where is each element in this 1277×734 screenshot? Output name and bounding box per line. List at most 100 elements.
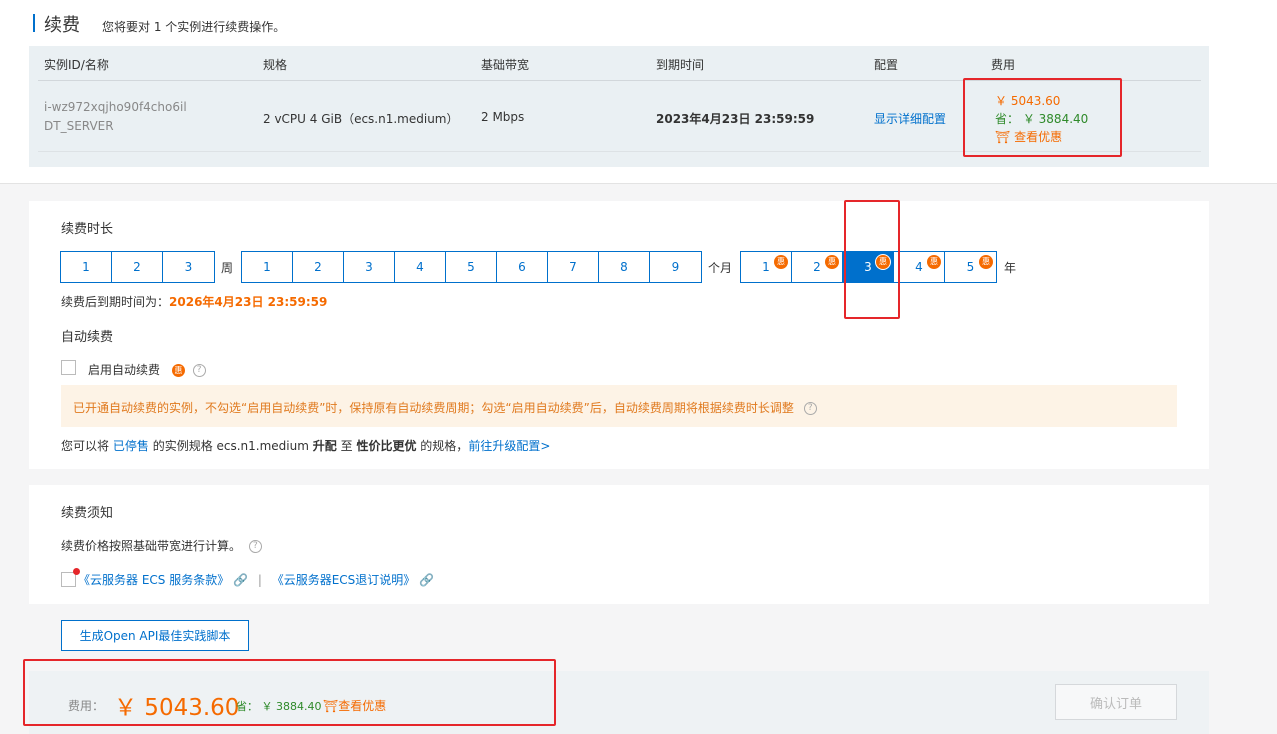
duration-label: 续费时长 xyxy=(61,222,114,237)
instance-bandwidth: 2 Mbps xyxy=(481,110,525,124)
instance-expire-time: 2023年4月23日 23:59:59 xyxy=(656,112,815,126)
month-option-8[interactable]: 8 xyxy=(599,252,650,282)
year-option-label: 1 xyxy=(762,260,770,274)
upgrade-prefix: 您可以将 xyxy=(61,439,110,453)
auto-renew-text: 启用自动续费 xyxy=(88,363,161,377)
help-icon[interactable]: ? xyxy=(248,540,262,553)
link-icon: 🔗 xyxy=(233,573,248,587)
ecs-terms-link[interactable]: 《云服务器 ECS 服务条款》 xyxy=(78,573,229,587)
discount-badge-icon: 惠 xyxy=(825,255,839,269)
month-option-3[interactable]: 3 xyxy=(344,252,395,282)
instance-table: 实例ID/名称 规格 基础带宽 到期时间 配置 费用 i-wz972xqjho9… xyxy=(29,46,1209,167)
footer-save-label: 省： xyxy=(236,700,258,713)
year-unit: 年 xyxy=(1004,261,1017,275)
column-header-fee: 费用 xyxy=(991,58,1016,72)
instance-spec: 2 vCPU 4 GiB（ecs.n1.medium） xyxy=(263,112,459,126)
column-header-spec: 规格 xyxy=(263,58,288,72)
pricing-note: 续费价格按照基础带宽进行计算。 ? xyxy=(61,537,262,554)
terms-links: 《云服务器 ECS 服务条款》 🔗 | 《云服务器ECS退订说明》 🔗 xyxy=(78,571,434,588)
upgrade-to: 至 xyxy=(340,439,353,453)
table-row-divider xyxy=(38,151,1201,152)
year-option-label: 2 xyxy=(813,260,821,274)
instance-name: DT_SERVER xyxy=(44,119,114,133)
help-icon[interactable]: ? xyxy=(803,402,817,415)
upgrade-bold-value: 性价比更优 xyxy=(356,439,417,453)
instance-id: i-wz972xqjho90f4cho6il xyxy=(44,100,187,114)
instance-save: 省： ￥ 3884.40 xyxy=(995,110,1088,127)
discount-badge-icon: 惠 xyxy=(774,255,788,269)
month-option-1[interactable]: 1 xyxy=(242,252,293,282)
notes-title: 续费须知 xyxy=(61,506,114,521)
auto-renew-checkbox[interactable] xyxy=(61,360,76,375)
notice-message: 已开通自动续费的实例，不勾选“启用自动续费”时，保持原有自动续费周期；勾选“启用… xyxy=(73,401,794,415)
auto-renew-notice: 已开通自动续费的实例，不勾选“启用自动续费”时，保持原有自动续费周期；勾选“启用… xyxy=(61,385,1177,427)
new-expire-value: 2026年4月23日 23:59:59 xyxy=(169,295,328,309)
help-icon[interactable]: ? xyxy=(192,364,206,377)
gift-icon: ⛩ xyxy=(995,130,1011,144)
confirm-order-button[interactable]: 确认订单 xyxy=(1055,684,1177,720)
month-option-5[interactable]: 5 xyxy=(446,252,497,282)
view-discount-label: 查看优惠 xyxy=(1014,130,1063,144)
ecs-refund-link[interactable]: 《云服务器ECS退订说明》 xyxy=(272,573,416,587)
discount-badge-icon: 惠 xyxy=(876,255,890,269)
save-amount: ￥ 3884.40 xyxy=(1022,112,1089,126)
week-selector: 1 2 3 xyxy=(60,251,215,283)
week-option-3[interactable]: 3 xyxy=(163,252,214,282)
new-expire-info: 续费后到期时间为：2026年4月23日 23:59:59 xyxy=(61,293,327,310)
view-discount-link[interactable]: ⛩ 查看优惠 xyxy=(995,128,1062,145)
year-option-label: 3 xyxy=(864,260,872,274)
pricing-text: 续费价格按照基础带宽进行计算。 xyxy=(61,539,242,553)
auto-renew-checkbox-label: 启用自动续费 惠 ? xyxy=(88,361,206,378)
footer-save: 省： ￥ 3884.40 xyxy=(236,698,321,714)
column-header-config: 配置 xyxy=(874,58,899,72)
auto-renew-label: 自动续费 xyxy=(61,330,114,345)
week-unit: 周 xyxy=(221,261,234,275)
page-subtitle: 您将要对 1 个实例进行续费操作。 xyxy=(102,20,286,34)
table-header-divider xyxy=(38,80,1201,81)
year-option-1[interactable]: 1惠 xyxy=(741,252,792,282)
instance-price: ￥ 5043.60 xyxy=(995,94,1061,108)
terms-separator: | xyxy=(257,573,262,587)
discontinued-link[interactable]: 已停售 xyxy=(113,439,149,453)
new-expire-label: 续费后到期时间为： xyxy=(61,295,170,309)
show-config-link[interactable]: 显示详细配置 xyxy=(874,110,946,127)
year-option-2[interactable]: 2惠 xyxy=(792,252,843,282)
column-header-bandwidth: 基础带宽 xyxy=(481,58,530,72)
column-header-instance: 实例ID/名称 xyxy=(44,58,109,72)
year-option-5[interactable]: 5惠 xyxy=(945,252,996,282)
month-option-2[interactable]: 2 xyxy=(293,252,344,282)
month-unit: 个月 xyxy=(708,261,733,275)
discount-badge-icon: 惠 xyxy=(979,255,993,269)
instance-summary-area: 续费 您将要对 1 个实例进行续费操作。 实例ID/名称 规格 基础带宽 到期时… xyxy=(0,0,1277,184)
month-option-7[interactable]: 7 xyxy=(548,252,599,282)
footer-discount-link[interactable]: ⛩查看优惠 xyxy=(323,697,386,714)
notice-text: 已开通自动续费的实例，不勾选“启用自动续费”时，保持原有自动续费周期；勾选“启用… xyxy=(73,399,817,416)
generate-api-script-button[interactable]: 生成Open API最佳实践脚本 xyxy=(61,620,249,651)
year-option-3[interactable]: 3惠 xyxy=(843,252,894,282)
month-selector: 1 2 3 4 5 6 7 8 9 xyxy=(241,251,702,283)
week-option-2[interactable]: 2 xyxy=(112,252,163,282)
footer-save-amount: ￥ 3884.40 xyxy=(261,700,322,713)
year-option-4[interactable]: 4惠 xyxy=(894,252,945,282)
renewal-panel xyxy=(29,201,1209,469)
column-header-expire: 到期时间 xyxy=(656,58,705,72)
gift-icon: ⛩ xyxy=(323,699,339,713)
upgrade-suffix: 的规格， xyxy=(420,439,469,453)
upgrade-config-link[interactable]: 前往升级配置> xyxy=(468,439,550,453)
year-option-label: 4 xyxy=(915,260,923,274)
year-selector: 1惠 2惠 3惠 4惠 5惠 xyxy=(740,251,997,283)
upgrade-bold-upgrade: 升配 xyxy=(312,439,337,453)
footer-discount-label: 查看优惠 xyxy=(338,699,387,713)
week-option-1[interactable]: 1 xyxy=(61,252,112,282)
month-option-6[interactable]: 6 xyxy=(497,252,548,282)
year-option-label: 5 xyxy=(966,260,975,274)
discount-badge-icon: 惠 xyxy=(171,364,185,377)
title-accent-bar xyxy=(33,14,35,32)
footer-fee-value: ￥ 5043.60 xyxy=(114,695,240,721)
upgrade-mid: 的实例规格 ecs.n1.medium xyxy=(152,439,309,453)
month-option-9[interactable]: 9 xyxy=(650,252,701,282)
page-title: 续费 xyxy=(44,15,80,36)
discount-badge-icon: 惠 xyxy=(927,255,941,269)
month-option-4[interactable]: 4 xyxy=(395,252,446,282)
save-label: 省： xyxy=(995,112,1020,126)
